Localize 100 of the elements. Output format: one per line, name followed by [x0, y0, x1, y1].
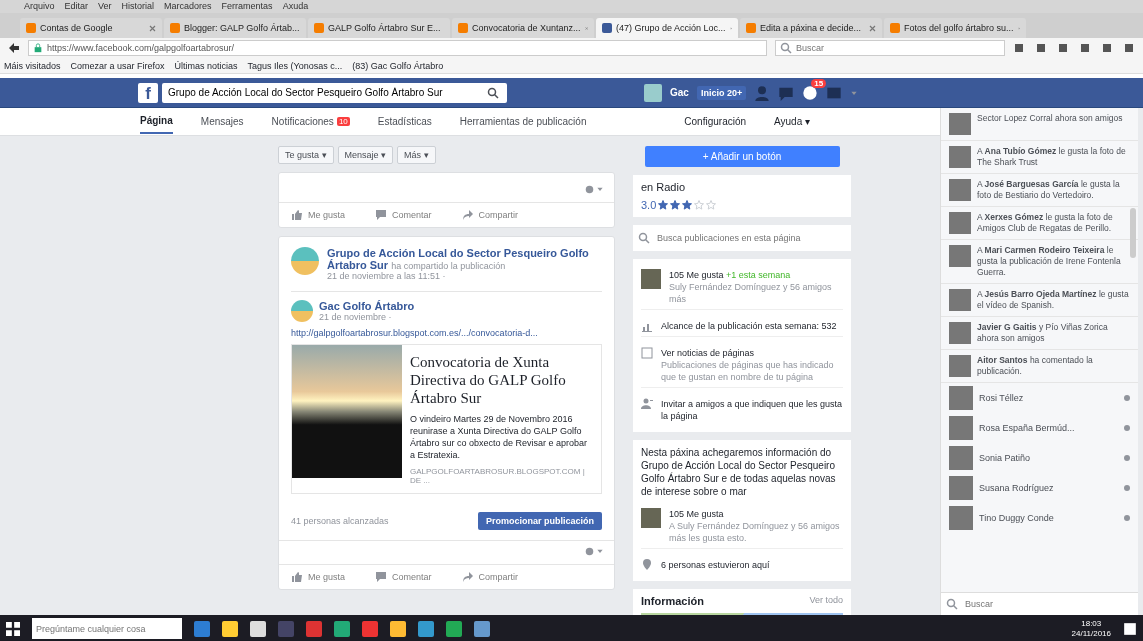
- ticker-story[interactable]: A Xerxes Gómez le gusta la foto de Amigos Club de Regatas de Perillo.: [977, 212, 1130, 234]
- likes-count[interactable]: 105 Me gusta +1 esta semana: [669, 270, 791, 280]
- menu-item[interactable]: Editar: [64, 1, 89, 12]
- search-icon: [780, 42, 792, 54]
- photo-placeholder: [949, 506, 973, 530]
- page-search-field[interactable]: Busca publicaciones en esta página: [633, 225, 851, 251]
- bookmark-link[interactable]: Comezar a usar Firefox: [70, 60, 165, 71]
- menu-item[interactable]: Ver: [98, 1, 112, 12]
- ticker-story[interactable]: Aitor Santos ha comentado la publicación.: [977, 355, 1130, 377]
- lock-icon: [33, 43, 43, 53]
- browser-tab[interactable]: GALP Golfo Ártabro Sur E...: [308, 18, 450, 38]
- bookmark-link[interactable]: Máis visitados: [4, 60, 61, 71]
- browser-tab[interactable]: Edita a páxina e decide...: [740, 18, 882, 38]
- ticker-story[interactable]: Javier G Gaitis y Pío Viñas Zorica ahora son amigos: [977, 322, 1130, 344]
- photo-placeholder: [949, 416, 973, 440]
- bookmark-link[interactable]: (83) Gac Golfo Ártabro: [352, 60, 444, 71]
- ticker-story[interactable]: A Ana Tubío Gómez le gusta la foto de The Shark Trust: [977, 146, 1130, 168]
- contact-name[interactable]: Sonia Patiño: [979, 453, 1031, 463]
- post-action-button[interactable]: Me gusta: [291, 209, 346, 221]
- facebook-logo[interactable]: f: [138, 82, 158, 103]
- taskbar-app-icon[interactable]: [390, 620, 406, 637]
- offline-dot-icon: [1124, 425, 1130, 431]
- page-tab[interactable]: Estadísticas: [377, 110, 432, 133]
- thumbs-up-icon: [291, 209, 303, 221]
- post-action-button[interactable]: Me gusta: [291, 571, 346, 583]
- taskbar-app-icon[interactable]: [222, 620, 238, 637]
- profile-avatar[interactable]: [644, 83, 662, 102]
- page-tab[interactable]: Herramientas de publicación: [459, 110, 587, 133]
- post-action-button[interactable]: Comentar: [375, 571, 432, 583]
- feed-icon: [641, 347, 653, 359]
- facebook-search-field[interactable]: Grupo de Acción Local do Sector Pesqueiro Golfo Ártabro Sur: [162, 82, 507, 103]
- browser-tab[interactable]: Fotos del golfo ártabro su...: [884, 18, 1026, 38]
- author-name[interactable]: Gac Golfo Ártabro: [319, 300, 415, 312]
- menu-item[interactable]: Axuda: [282, 1, 309, 12]
- page-tab[interactable]: Notificaciones 10: [271, 110, 350, 133]
- page-action-button[interactable]: Más ▾: [397, 146, 436, 164]
- ticker-story[interactable]: A Jesús Barro Ojeda Martínez le gusta el vídeo de Spanish.: [977, 289, 1130, 311]
- browser-tab[interactable]: Contas de Google: [20, 18, 162, 38]
- offline-dot-icon: [1124, 395, 1130, 401]
- page-tab[interactable]: Mensajes: [200, 110, 244, 133]
- contact-name[interactable]: Rosi Téllez: [979, 393, 1024, 403]
- browser-tab[interactable]: Blogger: GALP Golfo Ártab...: [164, 18, 306, 38]
- location-pin-icon: [641, 559, 653, 571]
- taskbar-app-icon[interactable]: [334, 620, 350, 637]
- comment-icon: [375, 209, 388, 221]
- post-action-button[interactable]: Compartir: [461, 571, 519, 583]
- taskbar-app-icon[interactable]: [250, 620, 266, 637]
- ticker-story[interactable]: A José Barguesas García le gusta la foto de Bestiario do Vertedoiro.: [977, 179, 1130, 201]
- link-title[interactable]: Convocatoria de Xunta Directiva do GALP Golfo Ártabro Sur: [410, 353, 593, 407]
- taskbar-search-field[interactable]: Pregúntame cualquier cosa: [32, 618, 182, 639]
- taskbar-app-icon[interactable]: [446, 620, 462, 637]
- taskbar-app-icon[interactable]: [418, 620, 434, 637]
- clock-date[interactable]: 24/11/2016: [1071, 628, 1111, 639]
- link-domain: GALPGOLFOARTABROSUR.BLOGSPOT.COM | DE ...: [410, 467, 586, 485]
- rating-value: 3.0: [641, 199, 657, 211]
- browser-search-field[interactable]: Buscar: [775, 40, 1005, 56]
- search-icon: [638, 232, 650, 244]
- post-action-button[interactable]: Compartir: [461, 209, 519, 221]
- page-nav-link[interactable]: Ayuda ▾: [774, 116, 810, 127]
- contact-name[interactable]: Rosa España Bermúd...: [979, 423, 1075, 433]
- clock-time[interactable]: 18:03: [1081, 618, 1102, 629]
- chat-search-field[interactable]: Buscar: [941, 592, 1138, 615]
- profile-name[interactable]: Gac: [670, 87, 689, 98]
- post-link[interactable]: http://galpgolfoartabrosur.blogspot.com.es/.../convocatoria-d...: [291, 328, 602, 338]
- page-action-button[interactable]: Mensaje ▾: [337, 146, 394, 164]
- photo-placeholder: [641, 269, 661, 289]
- browser-tab[interactable]: (47) Grupo de Acción Loc...: [596, 18, 738, 38]
- photo-placeholder[interactable]: [292, 345, 402, 478]
- ticker-story[interactable]: Sector Lopez Corral ahora son amigos: [977, 113, 1123, 135]
- bookmark-link[interactable]: Tagus Iles (Yonosas c...: [247, 60, 343, 71]
- reach-stat[interactable]: Alcance de la publicación esta semana: 532: [661, 320, 837, 332]
- contact-name[interactable]: Susana Rodríguez: [979, 483, 1054, 493]
- photo-placeholder: [949, 322, 971, 344]
- menu-item[interactable]: Historial: [121, 1, 155, 12]
- thumbs-up-icon: [291, 571, 303, 583]
- menu-item[interactable]: Ferramentas: [221, 1, 273, 12]
- offline-dot-icon: [1124, 455, 1130, 461]
- page-nav-link[interactable]: Configuración: [684, 116, 747, 127]
- photo-placeholder: [949, 446, 973, 470]
- invite-link[interactable]: Invitar a amigos a que indiquen que les gusta la página: [661, 398, 843, 422]
- notification-count: 15: [811, 78, 827, 88]
- promote-button[interactable]: Promocionar publicación: [477, 512, 602, 530]
- home-link[interactable]: Inicio 20+: [696, 85, 747, 100]
- likes-count[interactable]: 105 Me gusta: [669, 508, 843, 520]
- page-tab[interactable]: Página: [140, 109, 173, 134]
- page-action-button[interactable]: Te gusta ▾: [278, 146, 334, 164]
- photo-placeholder: [641, 508, 661, 528]
- menu-item[interactable]: Marcadores: [164, 1, 212, 12]
- feed-title[interactable]: Ver noticias de páginas: [661, 347, 843, 359]
- contact-name[interactable]: Tino Duggy Conde: [979, 513, 1054, 523]
- bookmark-link[interactable]: Últimas noticias: [174, 60, 238, 71]
- url-field[interactable]: https://www.facebook.com/galpgolfoartabrosur/: [28, 40, 767, 56]
- feed-description: Publicaciones de páginas que has indicado que te gustan en nombre de tu página: [661, 359, 835, 383]
- browser-tab[interactable]: Convocatoria de Xuntanz...: [452, 18, 594, 38]
- menu-item[interactable]: Arquivo: [24, 1, 55, 12]
- post-action-button[interactable]: Comentar: [375, 209, 432, 221]
- add-button[interactable]: + Añadir un botón: [644, 146, 840, 167]
- ticker-story[interactable]: A Mari Carmen Rodeiro Teixeira le gusta la publicación de Irene Fontenla Guerra.: [977, 245, 1130, 278]
- photo-placeholder: [949, 113, 971, 135]
- taskbar-app-icon[interactable]: [474, 620, 490, 637]
